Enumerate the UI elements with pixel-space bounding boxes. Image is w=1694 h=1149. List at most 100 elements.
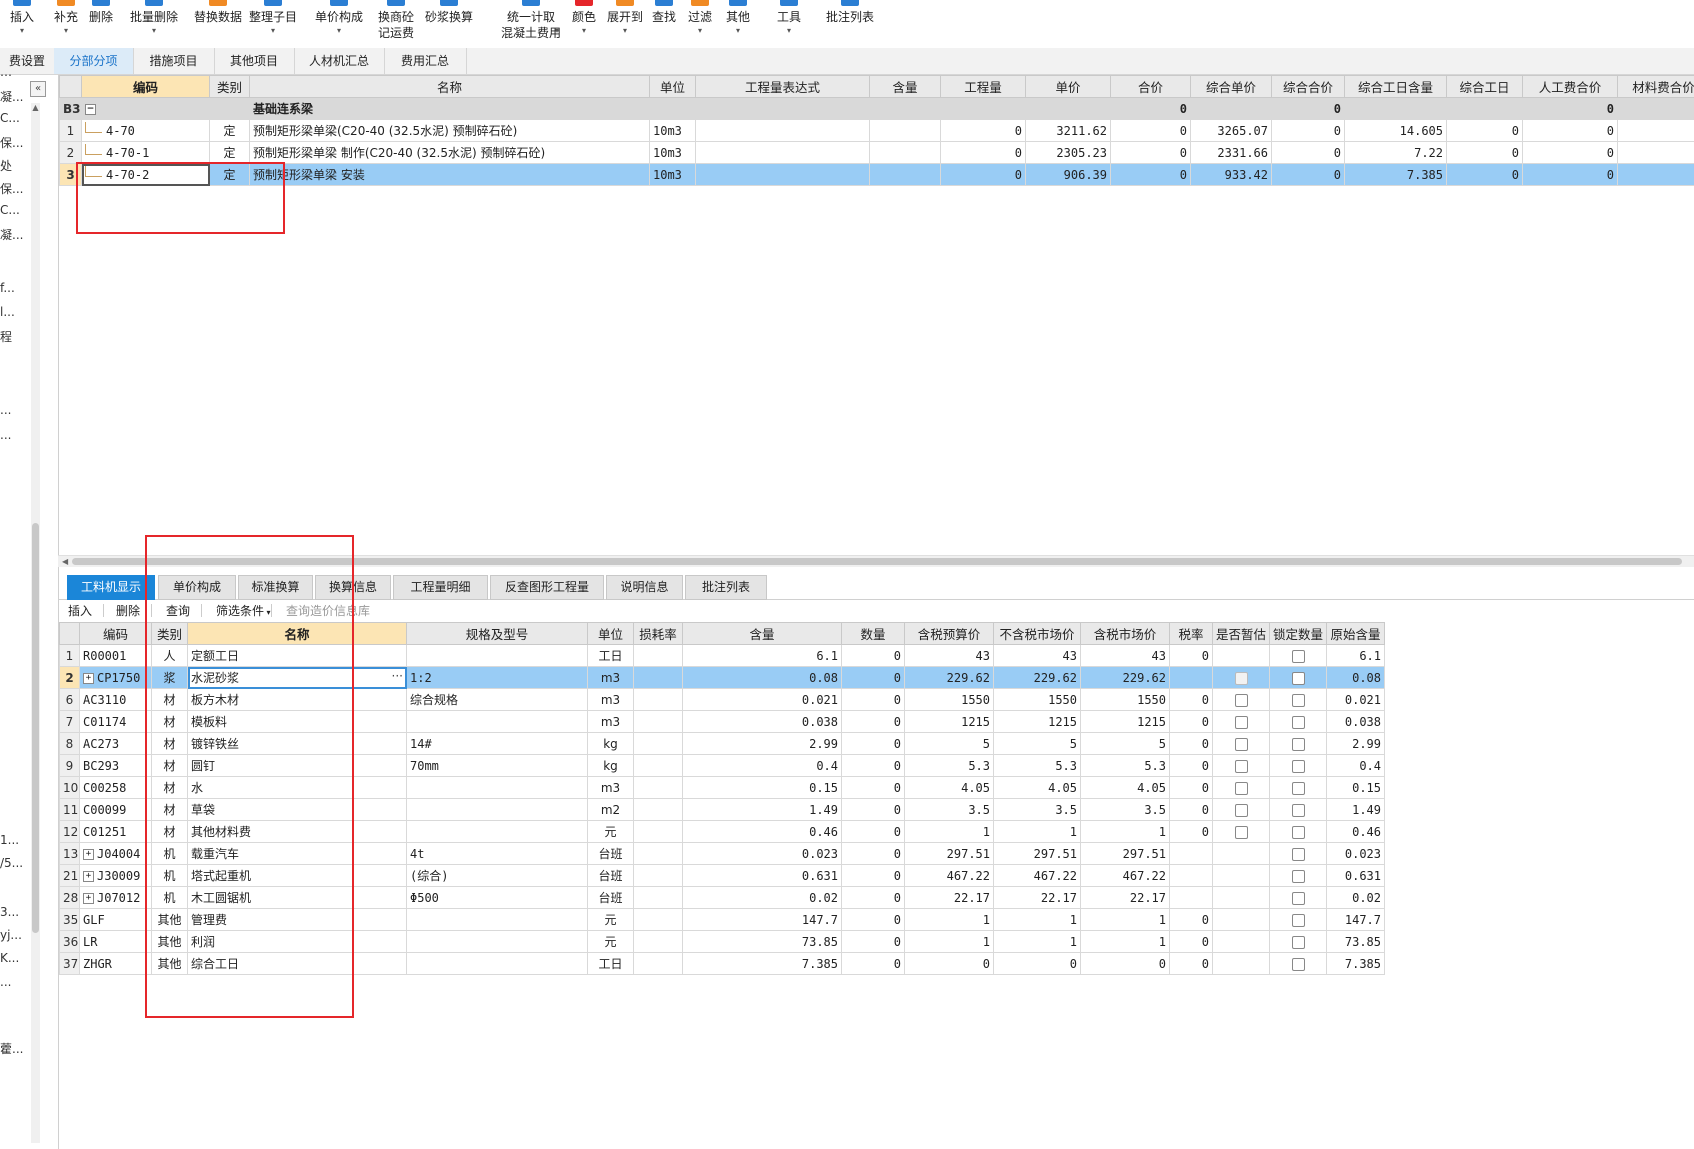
column-header[interactable]: 编码 [79, 622, 152, 645]
spec-cell[interactable]: 70mm [406, 754, 588, 777]
spec-cell[interactable] [406, 930, 588, 953]
original-content-cell[interactable]: 0.02 [1326, 886, 1385, 909]
p1-cell[interactable]: 1550 [904, 688, 994, 711]
expr-cell[interactable] [695, 141, 870, 164]
tax-cell[interactable]: 0 [1169, 820, 1213, 843]
lock-cell[interactable] [1269, 776, 1327, 799]
tree-node[interactable]: 保... [0, 134, 40, 151]
p3-cell[interactable]: 1215 [1080, 710, 1170, 733]
lock-cell[interactable] [1269, 644, 1327, 667]
original-content-cell[interactable]: 0.023 [1326, 842, 1385, 865]
expr-cell[interactable] [695, 163, 870, 186]
ctotal-cell[interactable]: 0 [1271, 119, 1345, 142]
lock-cell[interactable] [1269, 710, 1327, 733]
total-cell[interactable]: 0 [1110, 163, 1191, 186]
lock-cell[interactable] [1269, 688, 1327, 711]
column-header[interactable]: 综合工日含量 [1344, 75, 1447, 98]
lock-quantity-checkbox[interactable] [1291, 957, 1305, 971]
code-cell[interactable]: BC293 [79, 754, 152, 777]
p3-cell[interactable]: 297.51 [1080, 842, 1170, 865]
cprice-cell[interactable]: 2331.66 [1190, 141, 1272, 164]
original-content-cell[interactable]: 7.385 [1326, 952, 1385, 975]
p3-cell[interactable]: 4.05 [1080, 776, 1170, 799]
lock-quantity-checkbox[interactable] [1291, 913, 1305, 927]
p3-cell[interactable]: 1 [1080, 908, 1170, 931]
p3-cell[interactable]: 1550 [1080, 688, 1170, 711]
spec-cell[interactable]: 综合规格 [406, 688, 588, 711]
p2-cell[interactable]: 5 [993, 732, 1081, 755]
module-tab-4[interactable]: 人材机汇总 [294, 48, 385, 74]
tree-node[interactable]: ... [0, 975, 40, 989]
toolbar-unify-fee-button[interactable]: 统一计取 混凝土费用 ▾ [487, 0, 575, 44]
content-cell[interactable]: 0.08 [682, 666, 842, 689]
tree-node[interactable]: /5... [0, 856, 40, 870]
tax-cell[interactable]: 0 [1169, 644, 1213, 667]
column-header[interactable]: 综合工日 [1446, 75, 1523, 98]
spec-cell[interactable] [406, 820, 588, 843]
unit-cell[interactable]: 台班 [587, 864, 634, 887]
loss-rate-cell[interactable] [633, 952, 683, 975]
p1-cell[interactable]: 1 [904, 930, 994, 953]
name-cell[interactable]: 预制矩形梁单梁 安装 [249, 163, 650, 186]
cprice-cell[interactable]: 3265.07 [1190, 119, 1272, 142]
loss-rate-cell[interactable] [633, 688, 683, 711]
column-header[interactable]: 工程量表达式 [695, 75, 870, 98]
estimate-checkbox[interactable] [1234, 759, 1248, 773]
expand-icon[interactable]: + [83, 870, 94, 882]
original-content-cell[interactable]: 0.038 [1326, 710, 1385, 733]
unit-cell[interactable]: 台班 [587, 842, 634, 865]
spec-cell[interactable] [406, 776, 588, 799]
detail-tab-6[interactable]: 说明信息 [606, 575, 683, 600]
column-header[interactable]: 不含税市场价 [993, 622, 1081, 645]
content-cell[interactable] [869, 119, 941, 142]
p3-cell[interactable]: 43 [1080, 644, 1170, 667]
toolbar-replace-data-button[interactable]: 替换数据 [190, 0, 246, 44]
estimate-cell[interactable] [1212, 842, 1270, 865]
detail-tab-0[interactable]: 工料机显示 [67, 575, 155, 600]
p1-cell[interactable]: 5.3 [904, 754, 994, 777]
lock-cell[interactable] [1269, 666, 1327, 689]
code-cell[interactable]: C01174 [79, 710, 152, 733]
estimate-cell[interactable] [1212, 666, 1270, 689]
unit-cell[interactable]: m3 [587, 688, 634, 711]
p3-cell[interactable]: 467.22 [1080, 864, 1170, 887]
tax-cell[interactable]: 0 [1169, 952, 1213, 975]
lock-quantity-checkbox[interactable] [1291, 715, 1305, 729]
tree-node[interactable]: C... [0, 203, 40, 217]
tree-node[interactable]: 处 [0, 157, 40, 174]
wd-content-cell[interactable]: 14.605 [1344, 119, 1447, 142]
unit-cell[interactable]: kg [587, 754, 634, 777]
expand-icon[interactable]: + [83, 672, 94, 684]
toolbar-other-button[interactable]: 其他 ▾ [720, 0, 756, 44]
loss-rate-cell[interactable] [633, 732, 683, 755]
unit-cell[interactable]: 元 [587, 908, 634, 931]
column-header[interactable]: 含税市场价 [1080, 622, 1170, 645]
table-row[interactable]: 2 4-70-1 定预制矩形梁单梁 制作(C20-40 (32.5水泥) 预制碎石砼… [59, 141, 1694, 164]
tax-cell[interactable]: 0 [1169, 754, 1213, 777]
p2-cell[interactable]: 467.22 [993, 864, 1081, 887]
tree-node[interactable]: yj... [0, 928, 40, 942]
qty-cell[interactable]: 0 [940, 163, 1026, 186]
tax-cell[interactable] [1169, 666, 1213, 689]
tree-node[interactable]: 保... [0, 180, 40, 197]
column-header[interactable]: 类别 [209, 75, 250, 98]
group-toggle-cell[interactable]: − [81, 97, 210, 120]
expand-icon[interactable]: + [83, 848, 94, 860]
toolbar-mortar-button[interactable]: 砂浆换算 [420, 0, 478, 44]
original-content-cell[interactable]: 147.7 [1326, 908, 1385, 931]
column-header[interactable]: 合价 [1110, 75, 1191, 98]
toolbar-expand-button[interactable]: 展开到 ▾ [602, 0, 648, 44]
group-row[interactable]: B3−基础连系梁0000 [59, 97, 1694, 120]
content-cell[interactable] [869, 163, 941, 186]
column-header[interactable]: 名称 [249, 75, 650, 98]
content-cell[interactable] [869, 141, 941, 164]
lock-quantity-checkbox[interactable] [1291, 671, 1305, 685]
spec-cell[interactable] [406, 710, 588, 733]
toolbar-delete-button[interactable]: 删除 [83, 0, 119, 44]
p2-cell[interactable]: 1 [993, 930, 1081, 953]
qty-cell[interactable]: 0 [841, 776, 905, 799]
spec-cell[interactable] [406, 952, 588, 975]
toolbar-price-structure-button[interactable]: 单价构成 ▾ [308, 0, 370, 44]
unit-cell[interactable]: 10m3 [649, 163, 696, 186]
p3-cell[interactable]: 0 [1080, 952, 1170, 975]
